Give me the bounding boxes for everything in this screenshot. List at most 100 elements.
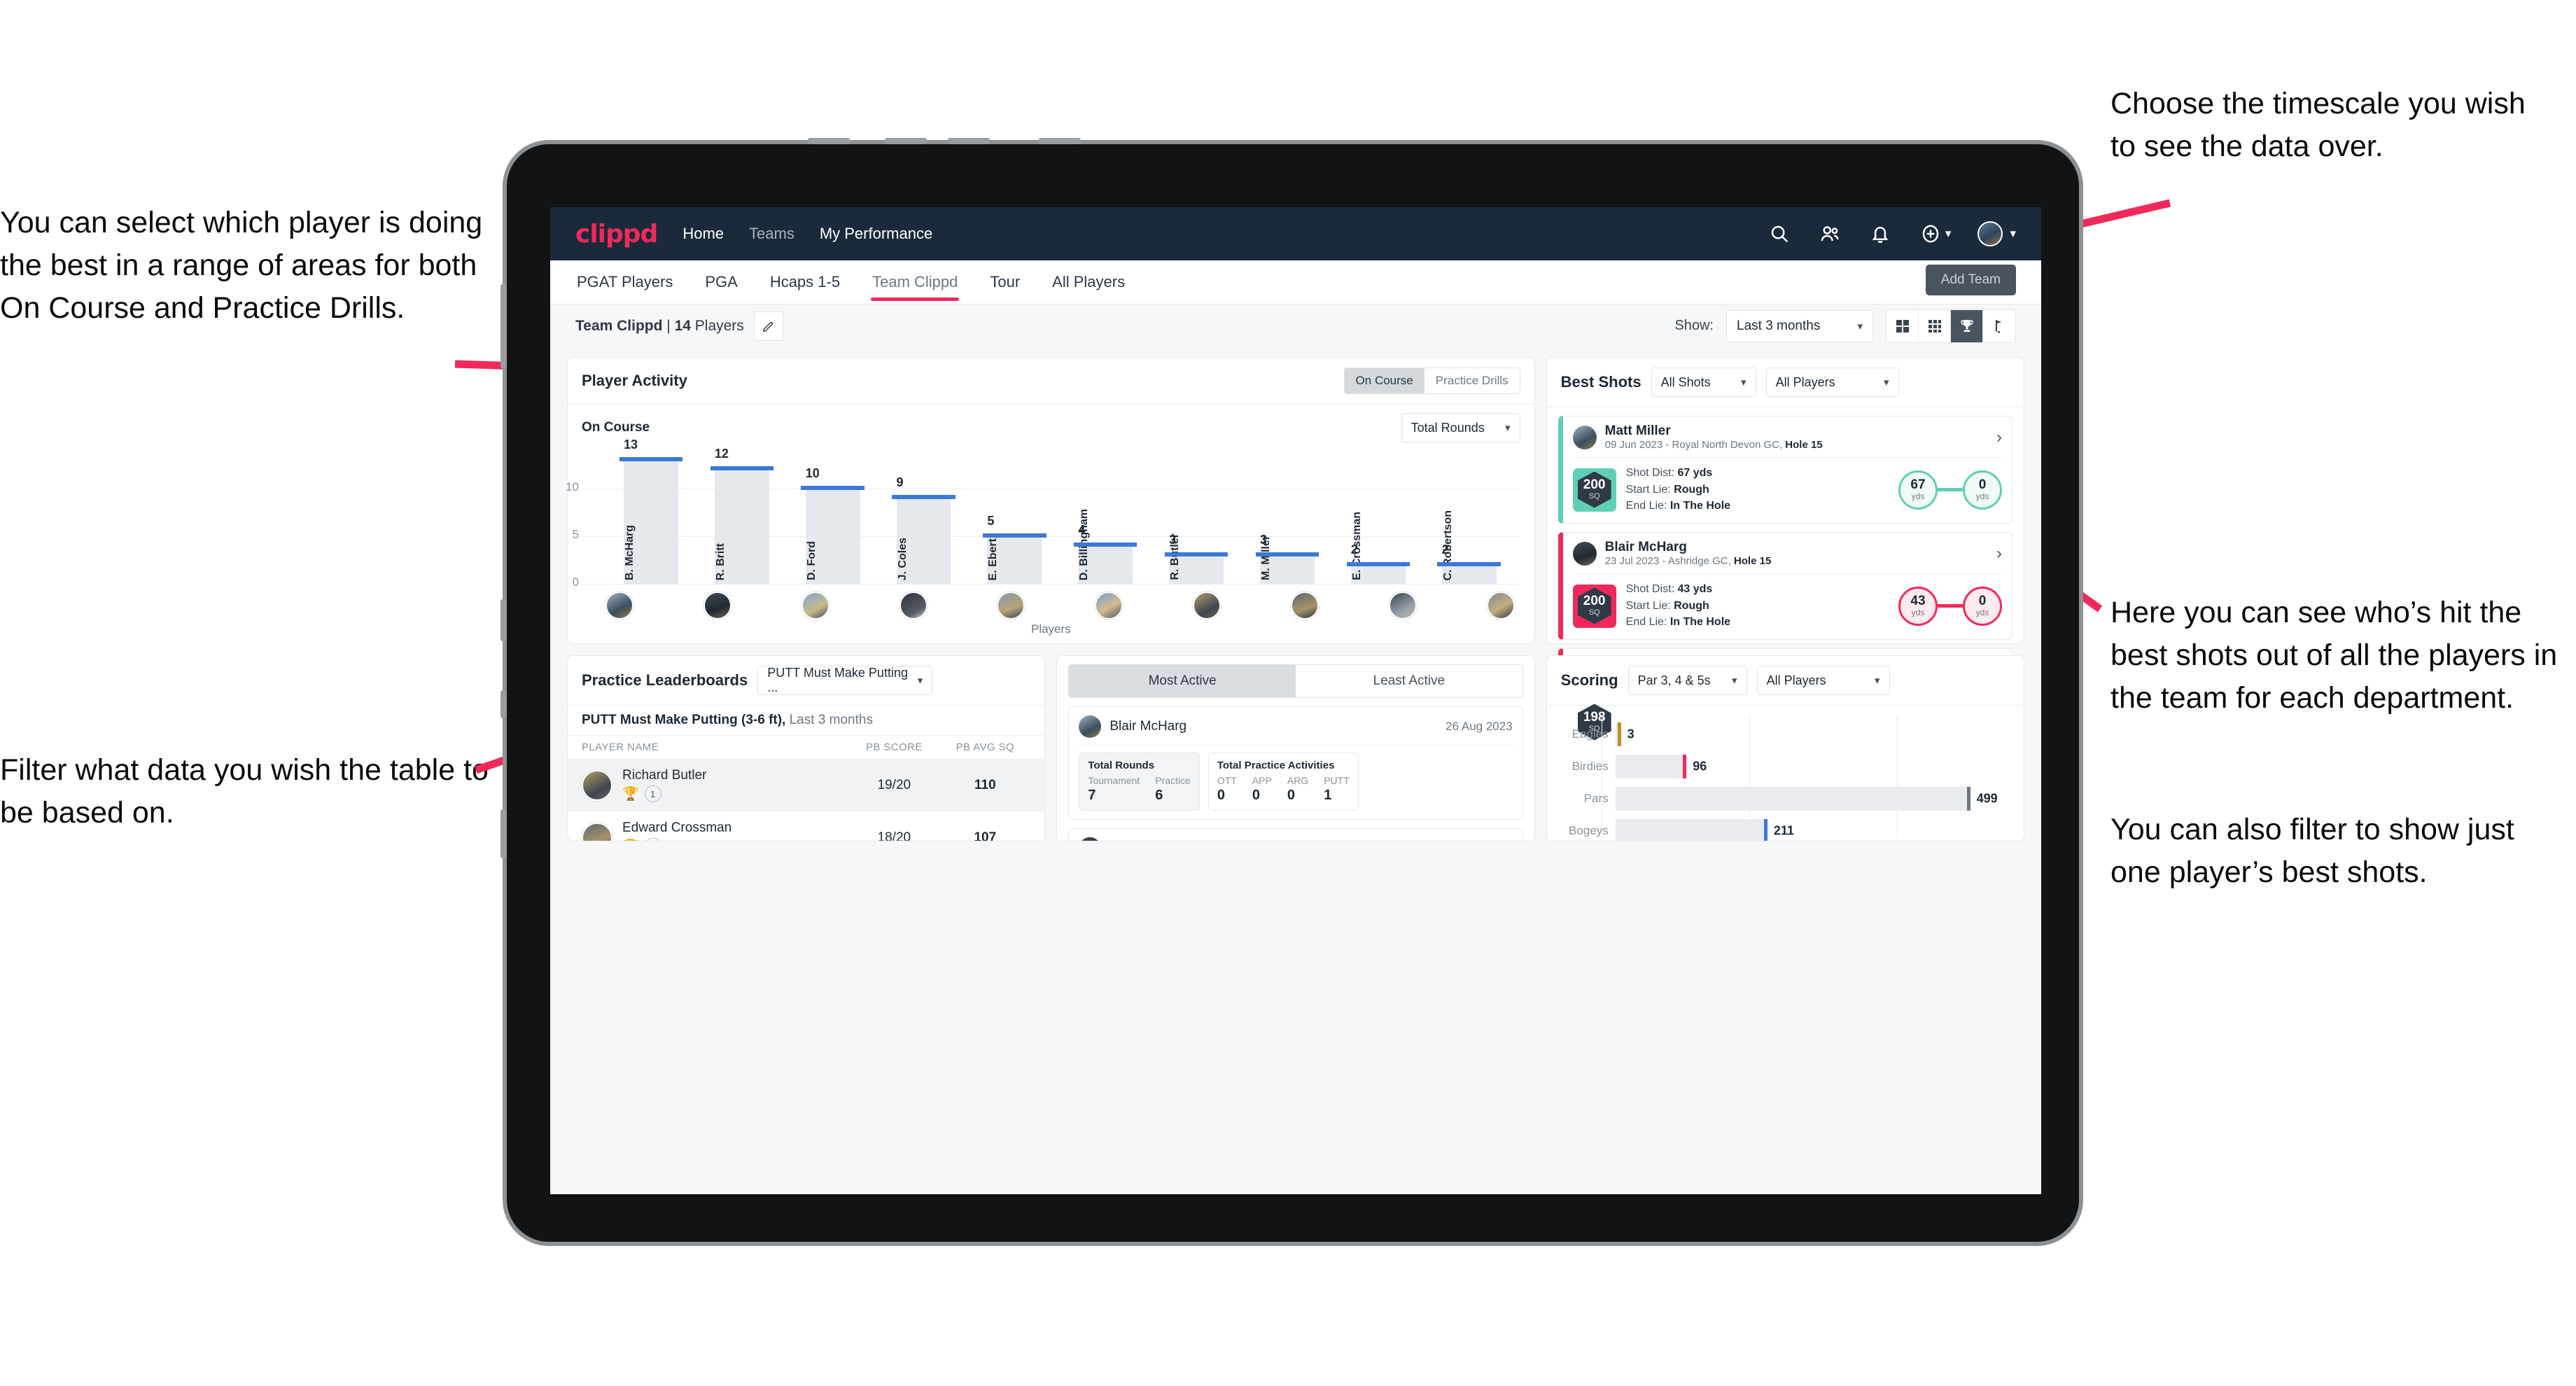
clippd-logo[interactable]: clippd (575, 220, 658, 248)
grid-2x2-view-button[interactable] (1886, 309, 1919, 342)
best-shots-title: Best Shots (1560, 373, 1642, 391)
avatar[interactable] (1977, 221, 2003, 246)
scoring-player-value: All Players (1766, 673, 1826, 687)
shot-type-select[interactable]: All Shots ▾ (1651, 368, 1756, 397)
player-avatar[interactable] (606, 592, 634, 620)
nav-link-teams[interactable]: Teams (749, 225, 794, 243)
timescale-select[interactable]: Last 3 months ▾ (1726, 309, 1873, 342)
bar-label: E. Ebert (987, 538, 1000, 580)
activity-tabs: Most Active Least Active (1068, 664, 1523, 698)
player-avatar[interactable] (1290, 592, 1319, 620)
best-shots-player-value: All Players (1775, 374, 1835, 389)
plus-circle-menu[interactable]: ▾ (1919, 222, 1951, 246)
avatar (1572, 425, 1597, 449)
chart-bar-column[interactable]: 2 C. Robertson (1424, 451, 1515, 584)
scoring-bar-track: 3 (1615, 722, 2010, 746)
chart-bar-column[interactable]: 2 E. Crossman (1333, 451, 1424, 584)
column-pb-avg-sq: PB AVG SQ (955, 741, 1014, 753)
nav-link-my-performance[interactable]: My Performance (820, 225, 932, 243)
team-separator: | (662, 317, 675, 334)
chart-bar-column[interactable]: 5 E. Ebert (969, 451, 1060, 584)
start-distance-value: 43 (1910, 594, 1926, 609)
bell-icon[interactable] (1868, 222, 1892, 246)
chart-bar-column[interactable]: 12 R. Britt (696, 447, 788, 584)
scoring-value: 211 (1773, 823, 1794, 838)
bar-label: C. Robertson (1441, 510, 1454, 580)
trophy-view-button[interactable] (1951, 309, 1983, 342)
chevron-right-icon[interactable]: › (1996, 544, 2002, 564)
chart-bar-column[interactable]: 13 B. McHarg (606, 438, 696, 584)
end-lie-line: End Lie: In The Hole (1625, 616, 1731, 629)
device-button (500, 284, 507, 368)
scoring-category-label: Birdies (1572, 760, 1609, 773)
player-avatar[interactable] (899, 592, 927, 620)
player-avatar[interactable] (997, 592, 1026, 620)
player-avatar[interactable] (1486, 592, 1515, 620)
leaderboard-row[interactable]: Richard Butler 🏆 1 19/20 110 (568, 759, 1045, 811)
best-shot-hole: Hole 15 (1785, 439, 1823, 451)
activity-stat-value: 0 (1287, 788, 1295, 803)
tab-all-players[interactable]: All Players (1051, 263, 1126, 301)
tab-most-active[interactable]: Most Active (1069, 665, 1296, 697)
player-avatar[interactable] (1388, 592, 1417, 620)
account-menu[interactable]: ▾ (1977, 221, 2016, 246)
shot-distance-line: Shot Dist: 67 yds (1625, 467, 1713, 479)
metric-select[interactable]: Total Rounds ▾ (1401, 413, 1520, 442)
plus-circle-icon[interactable] (1919, 222, 1942, 246)
tab-team-clippd[interactable]: Team Clippd (871, 263, 960, 301)
nav-link-home[interactable]: Home (682, 225, 724, 243)
scoring-row: Bogeys 211 (1561, 815, 2010, 841)
player-avatar[interactable] (1193, 592, 1222, 620)
chart-bar-column[interactable]: 3 M. Miller (1242, 451, 1333, 584)
scoring-player-select[interactable]: All Players ▾ (1756, 666, 1890, 695)
activity-stat-value: 1 (1324, 788, 1332, 803)
avatar (582, 769, 612, 801)
best-shot-card[interactable]: Blair McHarg 23 Jul 2023 - Ashridge GC, H… (1558, 532, 2012, 640)
tablet-device-frame: clippd Home Teams My Performance ▾ ▾ PGA… (500, 138, 2083, 1246)
activity-player-card[interactable]: Rees Britt02 Sep 2023Total RoundsTournam… (1068, 828, 1523, 841)
add-team-button[interactable]: Add Team (1925, 265, 2016, 295)
leaderboard-row[interactable]: Edward Crossman🏆218/20107 (568, 811, 1044, 841)
edit-team-button[interactable] (753, 311, 783, 341)
chevron-right-icon[interactable]: › (1996, 428, 2002, 447)
section-tabs: PGAT Players PGA Hcaps 1-5 Team Clippd T… (550, 260, 2041, 304)
y-tick-label: 0 (572, 575, 579, 589)
chevron-down-icon: ▾ (1875, 675, 1880, 687)
activity-stat-key: Practice (1155, 775, 1191, 786)
chart-bar-column[interactable]: 3 R. Butler (1151, 451, 1242, 584)
player-avatar[interactable] (801, 592, 830, 620)
chart-bar-column[interactable]: 9 J. Coles (878, 451, 969, 584)
leaderboard-badges: 🏆2 (622, 838, 732, 841)
chart-bar-column[interactable]: 10 D. Ford (788, 451, 878, 584)
golf-flag-view-button[interactable] (1983, 310, 2015, 342)
chart-bar-column[interactable]: 4 D. Billingham (1060, 451, 1151, 584)
par-filter-select[interactable]: Par 3, 4 & 5s ▾ (1628, 666, 1747, 695)
drill-select[interactable]: PUTT Must Make Putting ... ▾ (757, 666, 933, 695)
avatar (1079, 715, 1102, 738)
scoring-bar (1615, 755, 1684, 778)
sq-value: 200 (1583, 593, 1606, 608)
tab-least-active[interactable]: Least Active (1296, 665, 1522, 697)
tab-tour[interactable]: Tour (988, 263, 1021, 301)
annotation-right-top: Choose the timescale you wish to see the… (2110, 87, 2526, 164)
distance-connector (1937, 604, 1963, 608)
tab-pgat-players[interactable]: PGAT Players (575, 263, 674, 301)
scoring-bar (1615, 819, 1764, 841)
people-icon[interactable] (1818, 222, 1842, 246)
tab-hcaps-1-5[interactable]: Hcaps 1-5 (769, 263, 841, 301)
segment-on-course[interactable]: On Course (1344, 368, 1424, 393)
tab-pga[interactable]: PGA (704, 263, 738, 301)
player-avatar[interactable] (703, 592, 732, 620)
segment-practice-drills[interactable]: Practice Drills (1424, 368, 1520, 393)
grid-3x3-view-button[interactable] (1919, 309, 1951, 342)
player-avatar[interactable] (1095, 592, 1124, 620)
activity-player-card[interactable]: Blair McHarg 26 Aug 2023 Total Rounds Tourn… (1068, 706, 1523, 820)
avatar (1572, 541, 1597, 566)
end-lie-line: End Lie: In The Hole (1625, 500, 1731, 512)
chevron-down-icon: ▾ (1857, 320, 1863, 332)
best-shot-card[interactable]: Matt Miller 09 Jun 2023 - Royal North Dev… (1558, 416, 2012, 524)
leaderboard-pb-score: 19/20 (877, 777, 911, 792)
device-button (500, 690, 507, 718)
search-icon[interactable] (1768, 222, 1791, 246)
best-shots-player-select[interactable]: All Players ▾ (1765, 368, 1899, 397)
